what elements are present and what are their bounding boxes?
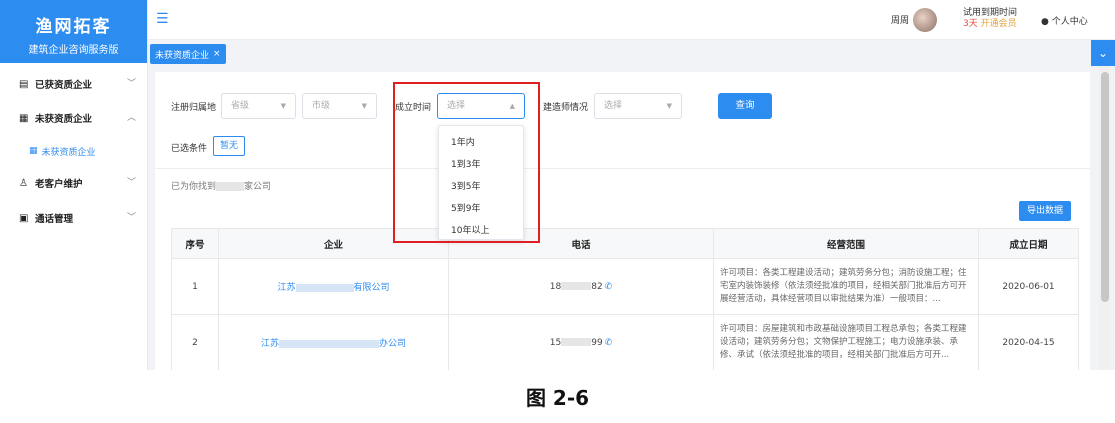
scope-cell: 许可项目：房屋建筑和市政基础设施项目工程总承包；各类工程建设活动；建筑劳务分包；…	[713, 314, 979, 370]
trial-label: 试用到期时间	[963, 8, 1018, 18]
sidebar-item-unqualified[interactable]: ▦ 未获资质企业 ︿	[0, 106, 148, 130]
building-icon: ▦	[19, 112, 29, 124]
phone-cell[interactable]: 18 82 ✆	[448, 258, 714, 315]
builder-label: 建造师情况	[543, 103, 589, 113]
caret-down-icon: ▼	[280, 102, 286, 110]
list-icon: ▣	[19, 212, 29, 224]
annotation-highlight-box	[393, 82, 540, 243]
chevron-down-icon[interactable]: ⌄	[1091, 40, 1115, 66]
user-icon: ♙	[19, 177, 28, 189]
phone-prefix: 18	[549, 281, 562, 292]
menu-toggle-icon[interactable]: ☰	[156, 11, 169, 27]
sidebar-item-call-management[interactable]: ▣ 通话管理 ﹀	[0, 206, 148, 230]
sidebar-item-label: 通话管理	[35, 214, 74, 225]
phone-suffix: 99	[591, 337, 603, 348]
phone-suffix: 82	[591, 281, 603, 292]
builder-placeholder: 选择	[604, 101, 623, 111]
sidebar-item-label: 已获资质企业	[35, 80, 93, 91]
app-subtitle: 建筑企业咨询服务版	[28, 45, 119, 56]
masked-phone	[561, 282, 592, 290]
sidebar-subitem-label: 未获资质企业	[41, 147, 96, 158]
phone-cell[interactable]: 15 99 ✆	[448, 314, 714, 370]
personal-center-label: 个人中心	[1051, 17, 1088, 27]
header-scope: 经营范围	[713, 228, 979, 259]
province-select[interactable]: 省级 ▼	[221, 93, 296, 119]
caret-down-icon: ▼	[666, 102, 672, 110]
trial-remaining: 3天 开通会员	[963, 19, 1017, 30]
user-name: 周周	[891, 16, 910, 26]
sidebar-item-label: 老客户维护	[35, 179, 83, 190]
tab-label: 未获资质企业	[155, 50, 210, 61]
chevron-down-icon: ﹀	[126, 79, 136, 89]
building-icon: ▦	[29, 146, 38, 156]
chevron-up-icon: ︿	[126, 113, 136, 123]
sidebar-subitem-unqualified[interactable]: ▦ 未获资质企业	[0, 140, 148, 162]
province-placeholder: 省级	[231, 101, 250, 111]
company-link[interactable]: 江苏 办公司	[218, 314, 449, 370]
open-vip-link[interactable]: 开通会员	[981, 19, 1017, 29]
results-count: 已为你找到 家公司	[171, 179, 271, 192]
results-suffix: 家公司	[244, 182, 272, 192]
document-icon: ▤	[19, 78, 29, 90]
masked-count	[216, 182, 245, 191]
person-icon: ●	[1041, 17, 1049, 27]
scrollbar-thumb[interactable]	[1101, 72, 1109, 302]
masked-company	[279, 339, 379, 348]
personal-center-link[interactable]: ● 个人中心	[1041, 14, 1088, 27]
date-cell: 2020-06-01	[978, 258, 1079, 315]
company-prefix: 江苏	[260, 339, 279, 349]
tab-bar: 未获资质企业 ×	[148, 40, 1115, 66]
divider	[155, 168, 1090, 169]
masked-phone	[561, 338, 592, 346]
region-label: 注册归属地	[171, 103, 217, 113]
results-table: 序号 企业 电话 经营范围 成立日期 1 江苏 有限公司 18 82 ✆ 许可项目：各	[171, 228, 1079, 370]
results-prefix: 已为你找到	[171, 182, 217, 192]
chevron-down-icon: ﹀	[126, 178, 136, 188]
selected-conditions-label: 已选条件	[171, 144, 208, 154]
row-index: 1	[171, 258, 219, 315]
header-date: 成立日期	[978, 228, 1079, 259]
table-header-row: 序号 企业 电话 经营范围 成立日期	[171, 228, 1079, 259]
app-title: 渔网拓客	[35, 17, 112, 37]
masked-company	[295, 283, 354, 292]
query-button[interactable]: 查询	[718, 93, 772, 119]
header-index: 序号	[171, 228, 219, 259]
avatar[interactable]	[913, 8, 937, 32]
vertical-scrollbar[interactable]	[1099, 66, 1111, 370]
city-select[interactable]: 市级 ▼	[302, 93, 377, 119]
company-prefix: 江苏	[277, 283, 296, 293]
table-row: 2 江苏 办公司 15 99 ✆ 许可项目：房屋建筑和市政基础设施项目工程总承包；各类…	[171, 314, 1079, 370]
close-icon[interactable]: ×	[213, 49, 221, 59]
phone-icon[interactable]: ✆	[605, 282, 613, 292]
app-logo[interactable]: 渔网拓客 建筑企业咨询服务版	[0, 0, 147, 63]
builder-select[interactable]: 选择 ▼	[594, 93, 682, 119]
company-suffix: 有限公司	[353, 283, 390, 293]
trial-info: 试用到期时间 3天 开通会员	[963, 8, 1017, 30]
city-placeholder: 市级	[312, 101, 331, 111]
company-link[interactable]: 江苏 有限公司	[218, 258, 449, 315]
top-header: ☰ 周周 试用到期时间 3天 开通会员 ● 个人中心	[148, 0, 1115, 40]
trial-days: 3天	[963, 19, 978, 29]
scope-cell: 许可项目：各类工程建设活动；建筑劳务分包；消防设施工程；住宅室内装饰装修（依法须…	[713, 258, 979, 315]
figure-caption: 图 2-6	[525, 386, 590, 410]
company-suffix: 办公司	[379, 339, 407, 349]
export-button[interactable]: 导出数据	[1019, 201, 1072, 221]
main-content: 注册归属地 省级 ▼ 市级 ▼ 成立时间 选择 ▲ 建造师情况 选择 ▼ 查询 …	[155, 72, 1090, 370]
app-screen: 渔网拓客 建筑企业咨询服务版 ▤ 已获资质企业 ﹀ ▦ 未获资质企业 ︿ ▦ 未…	[0, 0, 1115, 370]
tab-unqualified[interactable]: 未获资质企业 ×	[150, 44, 226, 64]
sidebar: 渔网拓客 建筑企业咨询服务版 ▤ 已获资质企业 ﹀ ▦ 未获资质企业 ︿ ▦ 未…	[0, 0, 148, 370]
sidebar-item-label: 未获资质企业	[35, 114, 93, 125]
date-cell: 2020-04-15	[978, 314, 1079, 370]
selected-conditions-tag[interactable]: 暂无	[213, 136, 246, 156]
row-index: 2	[171, 314, 219, 370]
table-row: 1 江苏 有限公司 18 82 ✆ 许可项目：各类工程建设活动；建筑劳务分包；消防设施…	[171, 258, 1079, 315]
sidebar-item-old-customers[interactable]: ♙ 老客户维护 ﹀	[0, 171, 148, 195]
phone-prefix: 15	[549, 337, 562, 348]
chevron-down-icon: ﹀	[126, 213, 136, 223]
phone-icon[interactable]: ✆	[605, 338, 613, 348]
caret-down-icon: ▼	[361, 102, 367, 110]
sidebar-item-qualified[interactable]: ▤ 已获资质企业 ﹀	[0, 72, 148, 96]
